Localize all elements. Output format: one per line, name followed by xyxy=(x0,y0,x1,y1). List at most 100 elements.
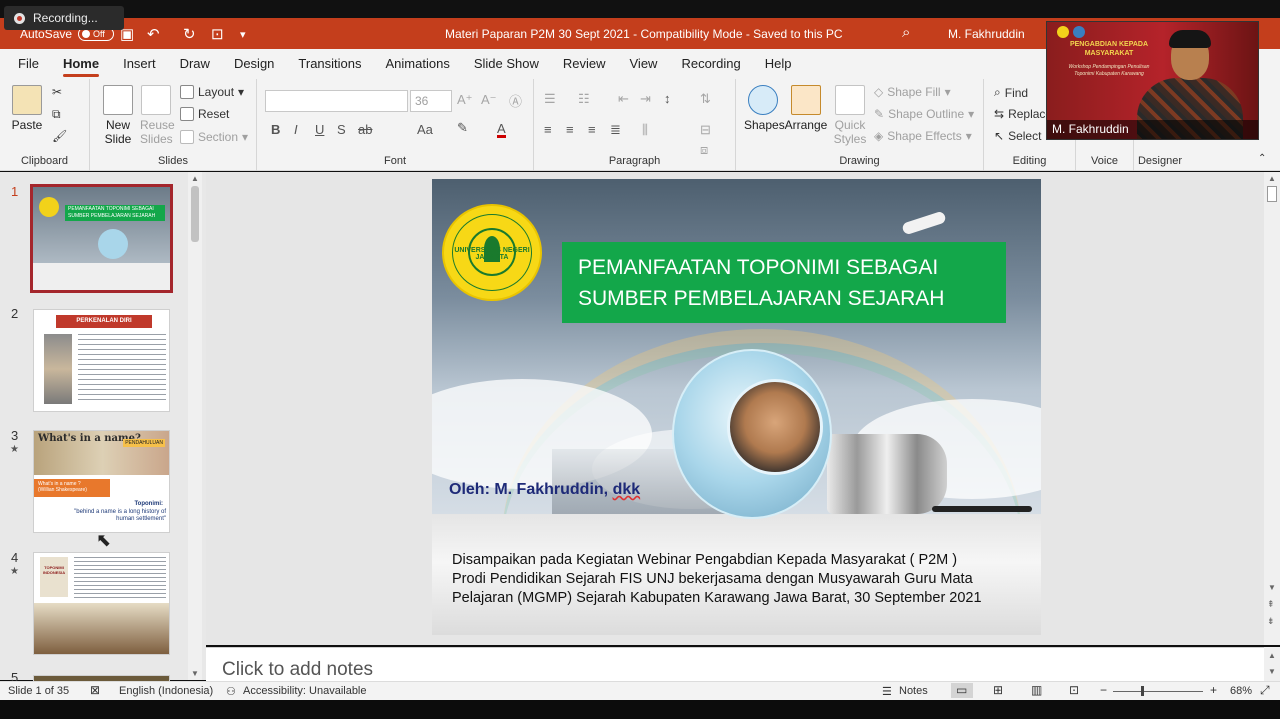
tab-review[interactable]: Review xyxy=(551,49,618,79)
reuse-slides-button[interactable]: Reuse Slides xyxy=(140,85,175,146)
customize-qat-icon[interactable]: ▾ xyxy=(240,28,246,41)
tab-help[interactable]: Help xyxy=(753,49,804,79)
zoom-slider-thumb[interactable] xyxy=(1141,686,1144,696)
slide-sorter-icon[interactable]: ⊞ xyxy=(993,683,1003,697)
zoom-level[interactable]: 68% xyxy=(1230,685,1252,697)
italic-button[interactable]: I xyxy=(294,122,298,137)
tab-home[interactable]: Home xyxy=(51,49,111,79)
notes-toggle-icon[interactable]: ☰ xyxy=(882,685,892,698)
layout-button[interactable]: Layout ▾ xyxy=(180,85,244,99)
document-title[interactable]: Materi Paparan P2M 30 Sept 2021 - Compat… xyxy=(445,27,843,41)
scroll-up-icon[interactable]: ▲ xyxy=(191,174,199,183)
undo-icon[interactable]: ↶ xyxy=(147,25,160,43)
language-indicator[interactable]: English (Indonesia) xyxy=(119,685,213,697)
scroll-up-icon[interactable]: ▲ xyxy=(1268,651,1276,660)
shadow-button[interactable]: S xyxy=(337,122,346,137)
tab-animations[interactable]: Animations xyxy=(374,49,462,79)
search-icon[interactable]: ⌕ xyxy=(902,24,910,41)
prev-slide-icon[interactable]: ⇞ xyxy=(1267,599,1275,610)
select-button[interactable]: ↖ Select xyxy=(994,129,1041,143)
shapes-button[interactable]: Shapes xyxy=(744,85,785,132)
notes-toggle[interactable]: Notes xyxy=(899,685,928,697)
font-color-icon[interactable]: A xyxy=(497,122,506,138)
tab-insert[interactable]: Insert xyxy=(111,49,168,79)
presenter-video[interactable]: PENGABDIAN KEPADA MASYARAKAT Workshop Pe… xyxy=(1046,21,1259,140)
align-right-icon[interactable]: ≡ xyxy=(588,122,596,137)
highlight-icon[interactable]: ✎ xyxy=(457,120,468,136)
scroll-up-icon[interactable]: ▲ xyxy=(1268,174,1276,183)
tab-slide-show[interactable]: Slide Show xyxy=(462,49,551,79)
thumbnails-scrollbar[interactable]: ▲ ▼ xyxy=(188,172,202,680)
bold-button[interactable]: B xyxy=(271,122,280,137)
slide-description[interactable]: Disampaikan pada Kegiatan Webinar Pengab… xyxy=(452,551,1032,608)
scroll-down-icon[interactable]: ▼ xyxy=(1268,667,1276,676)
scroll-down-icon[interactable]: ▼ xyxy=(191,669,199,678)
copy-icon[interactable]: ⧉ xyxy=(52,107,61,122)
next-slide-icon[interactable]: ⇟ xyxy=(1267,616,1275,627)
slide-byline[interactable]: Oleh: M. Fakhruddin, dkk xyxy=(449,481,640,499)
underline-button[interactable]: U xyxy=(315,122,324,137)
current-slide[interactable]: UNIVERSITAS NEGERI JAKARTA PEMANFAATAN T… xyxy=(432,179,1041,635)
redo-icon[interactable]: ↻ xyxy=(183,25,196,43)
columns-icon[interactable]: ⫼ xyxy=(642,122,648,138)
slide-show-icon[interactable]: ⊡ xyxy=(1069,683,1079,697)
slide-thumb-3[interactable]: What's in a name? PENDAHULUAN What's in … xyxy=(33,430,170,533)
zoom-slider[interactable] xyxy=(1113,691,1203,692)
tab-file[interactable]: File xyxy=(6,49,51,79)
notes-scrollbar[interactable]: ▲ ▼ xyxy=(1264,647,1280,681)
new-slide-button[interactable]: New Slide xyxy=(100,85,136,146)
tab-draw[interactable]: Draw xyxy=(168,49,222,79)
line-spacing-icon[interactable]: ↕ xyxy=(664,91,671,106)
cut-icon[interactable]: ✂ xyxy=(52,85,62,99)
clear-format-icon[interactable]: Ⓐ xyxy=(509,91,522,110)
find-button[interactable]: ⌕ Find xyxy=(994,85,1028,100)
slide-thumb-1[interactable]: PEMANFAATAN TOPONIMI SEBAGAI SUMBER PEMB… xyxy=(30,184,173,293)
align-left-icon[interactable]: ≡ xyxy=(544,122,552,137)
accessibility-status[interactable]: Accessibility: Unavailable xyxy=(243,685,367,697)
tab-recording[interactable]: Recording xyxy=(669,49,752,79)
reset-button[interactable]: Reset xyxy=(180,107,229,121)
grow-font-icon[interactable]: A⁺ xyxy=(457,92,473,108)
change-case-button[interactable]: Aa xyxy=(417,122,433,137)
justify-icon[interactable]: ≣ xyxy=(610,122,621,138)
zoom-in-icon[interactable]: + xyxy=(1210,683,1217,697)
align-text-icon[interactable]: ⊟ xyxy=(700,122,711,138)
zoom-out-icon[interactable]: − xyxy=(1100,683,1107,697)
slide-thumb-2[interactable]: PERKENALAN DIRI xyxy=(33,309,170,412)
slide-thumb-4[interactable]: TOPONIMI INDONESIA xyxy=(33,552,170,655)
shape-outline-button[interactable]: ✎ Shape Outline ▾ xyxy=(874,107,974,121)
section-button[interactable]: Section ▾ xyxy=(180,130,248,144)
scroll-down-icon[interactable]: ▼ xyxy=(1268,583,1276,592)
font-size-combo[interactable]: 36 xyxy=(410,90,452,112)
shrink-font-icon[interactable]: A⁻ xyxy=(481,92,497,108)
scroll-thumb[interactable] xyxy=(191,186,199,242)
strikethrough-button[interactable]: ab xyxy=(358,122,372,137)
shape-fill-button[interactable]: ◇ Shape Fill ▾ xyxy=(874,85,951,99)
fit-to-window-icon[interactable]: ⤢ xyxy=(1260,683,1270,698)
replace-button[interactable]: ⇆ Replace xyxy=(994,107,1052,121)
recording-indicator[interactable]: Recording... xyxy=(4,6,124,30)
reading-view-icon[interactable]: ▥ xyxy=(1031,683,1042,697)
shape-effects-button[interactable]: ◈ Shape Effects ▾ xyxy=(874,129,972,143)
scroll-thumb[interactable] xyxy=(1267,186,1277,202)
font-name-combo[interactable] xyxy=(265,90,408,112)
bullets-icon[interactable]: ☰ xyxy=(544,91,556,107)
user-name[interactable]: M. Fakhruddin xyxy=(948,27,1025,41)
tab-design[interactable]: Design xyxy=(222,49,286,79)
text-direction-icon[interactable]: ⇅ xyxy=(700,91,711,107)
decrease-indent-icon[interactable]: ⇤ xyxy=(618,91,629,107)
tab-view[interactable]: View xyxy=(618,49,670,79)
notes-pane[interactable]: Click to add notes xyxy=(206,647,1264,681)
numbering-icon[interactable]: ☷ xyxy=(578,91,590,107)
spell-check-icon[interactable]: ⊠ xyxy=(90,683,100,697)
tab-transitions[interactable]: Transitions xyxy=(286,49,373,79)
slide-title-box[interactable]: PEMANFAATAN TOPONIMI SEBAGAI SUMBER PEMB… xyxy=(562,242,1006,323)
format-painter-icon[interactable]: 🖌 xyxy=(52,129,67,143)
collapse-ribbon-icon[interactable]: ⌃ xyxy=(1258,153,1266,164)
paste-button[interactable]: Paste xyxy=(8,85,46,132)
canvas-scrollbar[interactable]: ▲ ▼ ⇞ ⇟ xyxy=(1264,172,1280,645)
arrange-button[interactable]: Arrange xyxy=(784,85,828,132)
align-center-icon[interactable]: ≡ xyxy=(566,122,574,137)
present-icon[interactable]: ⊡ xyxy=(211,25,224,43)
increase-indent-icon[interactable]: ⇥ xyxy=(640,91,651,107)
